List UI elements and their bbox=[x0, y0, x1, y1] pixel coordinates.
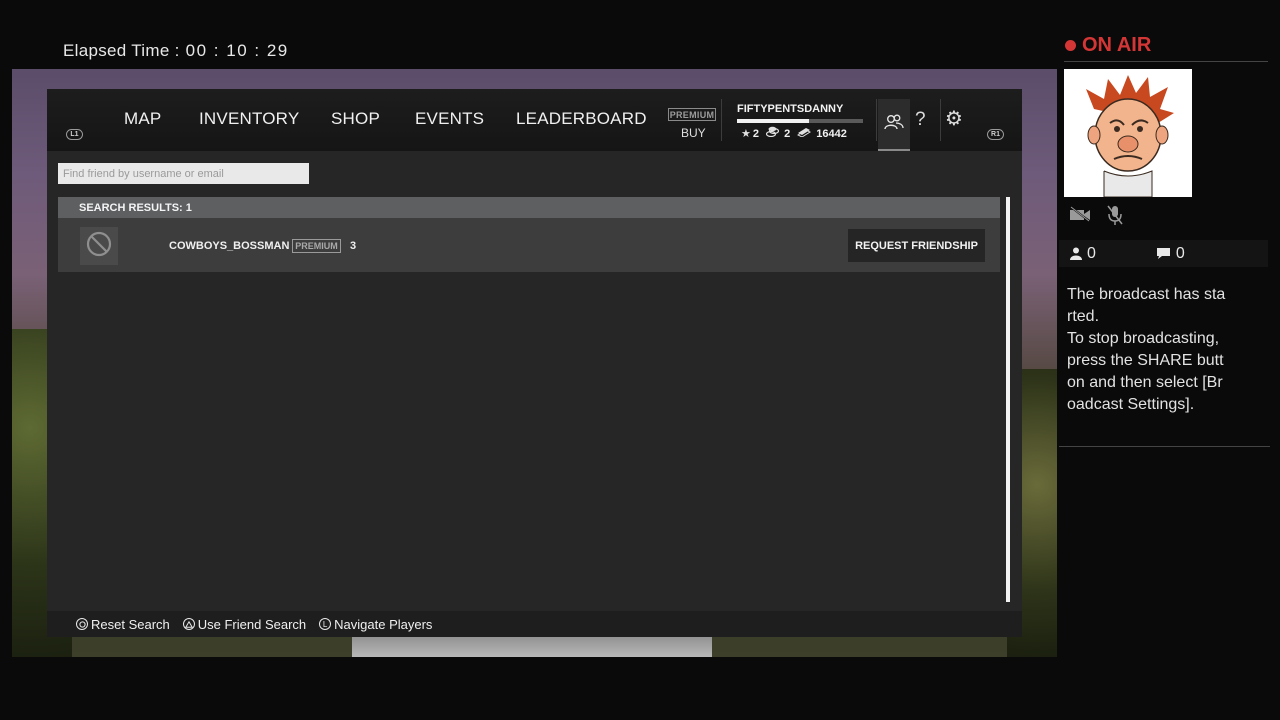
buy-premium-button[interactable]: BUY bbox=[681, 126, 706, 140]
friends-panel: L1 MAP INVENTORY SHOP EVENTS LEADERBOARD… bbox=[47, 89, 1022, 637]
coins-icon bbox=[765, 126, 782, 140]
viewer-count-value: 0 bbox=[1087, 244, 1096, 262]
cash-count: 16442 bbox=[816, 127, 847, 140]
broadcast-message: The broadcast has started. To stop broad… bbox=[1067, 284, 1227, 416]
l1-bumper-icon[interactable]: L1 bbox=[66, 129, 83, 140]
broadcast-message-line: The broadcast has started. bbox=[1067, 286, 1226, 325]
broadcast-message-line: To stop broadcasting, press the SHARE bu… bbox=[1067, 330, 1224, 413]
avatar bbox=[80, 227, 118, 265]
friend-search-input[interactable] bbox=[58, 163, 309, 184]
divider bbox=[1059, 446, 1270, 447]
star-icon: ★ bbox=[741, 127, 751, 140]
search-results-header: SEARCH RESULTS: 1 bbox=[58, 197, 1000, 218]
hint-label: Use Friend Search bbox=[197, 616, 307, 632]
hint-label: Reset Search bbox=[91, 616, 170, 632]
player-stats: ★ 2 2 16442 bbox=[741, 126, 847, 140]
triangle-button-icon bbox=[182, 618, 195, 630]
request-friendship-button[interactable]: REQUEST FRIENDSHIP bbox=[848, 229, 985, 262]
viewer-count: 0 bbox=[1070, 245, 1096, 263]
on-air-label: ON AIR bbox=[1082, 34, 1152, 56]
friends-tab-button[interactable] bbox=[878, 99, 910, 151]
divider bbox=[721, 99, 722, 141]
comment-count-value: 0 bbox=[1175, 244, 1185, 262]
result-player-name: COWBOYS_BOSSMAN bbox=[169, 240, 290, 252]
elapsed-value: 00 : 10 : 29 bbox=[185, 41, 289, 60]
nav-events[interactable]: EVENTS bbox=[415, 109, 484, 129]
divider bbox=[940, 99, 941, 141]
elapsed-time: Elapsed Time : 00 : 10 : 29 bbox=[63, 41, 289, 61]
cash-icon bbox=[797, 127, 814, 140]
left-stick-icon: L bbox=[319, 618, 332, 630]
xp-progress-bar bbox=[737, 119, 863, 123]
live-dot-icon bbox=[1065, 40, 1076, 51]
broadcast-counts: 0 0 bbox=[1059, 240, 1268, 267]
comment-count: 0 bbox=[1156, 245, 1185, 263]
nav-shop[interactable]: SHOP bbox=[331, 109, 380, 129]
hint-label: Navigate Players bbox=[334, 616, 433, 632]
no-avatar-icon bbox=[86, 231, 112, 262]
gear-icon[interactable]: ⚙ bbox=[945, 106, 963, 131]
top-nav-bar: L1 MAP INVENTORY SHOP EVENTS LEADERBOARD… bbox=[47, 89, 1022, 151]
table-row[interactable]: COWBOYS_BOSSMAN PREMIUM 3 REQUEST FRIEND… bbox=[58, 218, 1000, 272]
r1-bumper-icon[interactable]: R1 bbox=[987, 129, 1004, 140]
friends-icon bbox=[884, 114, 904, 135]
nav-map[interactable]: MAP bbox=[124, 109, 161, 129]
viewer-icon bbox=[1070, 247, 1082, 260]
result-player-level: 3 bbox=[350, 240, 357, 252]
results-scrollbar[interactable] bbox=[1006, 197, 1010, 602]
controller-hints-bar: Reset Search Use Friend Search L Navigat… bbox=[47, 611, 1022, 637]
broadcaster-avatar bbox=[1064, 69, 1192, 198]
help-icon[interactable]: ? bbox=[915, 109, 926, 131]
divider bbox=[876, 99, 877, 141]
stars-count: 2 bbox=[752, 127, 759, 140]
elapsed-label: Elapsed Time : bbox=[63, 41, 180, 60]
camera-off-icon[interactable] bbox=[1069, 206, 1091, 227]
divider bbox=[1064, 61, 1268, 62]
comment-icon bbox=[1156, 248, 1170, 259]
hint-use-friend-search[interactable]: Use Friend Search bbox=[182, 616, 307, 632]
result-premium-badge: PREMIUM bbox=[292, 239, 341, 253]
hint-navigate-players[interactable]: L Navigate Players bbox=[319, 617, 432, 632]
nav-inventory[interactable]: INVENTORY bbox=[199, 109, 299, 129]
mic-off-icon[interactable] bbox=[1106, 204, 1124, 231]
xp-progress-fill bbox=[737, 119, 809, 123]
coins-count: 2 bbox=[784, 128, 791, 140]
on-air-indicator: ON AIR bbox=[1065, 34, 1151, 57]
nav-leaderboard[interactable]: LEADERBOARD bbox=[516, 109, 647, 129]
hint-reset-search[interactable]: Reset Search bbox=[76, 617, 170, 632]
background-road bbox=[352, 635, 712, 657]
circle-button-icon bbox=[76, 618, 88, 630]
player-username: FIFTYPENTSDANNY bbox=[737, 103, 844, 115]
premium-badge[interactable]: PREMIUM bbox=[668, 108, 716, 121]
